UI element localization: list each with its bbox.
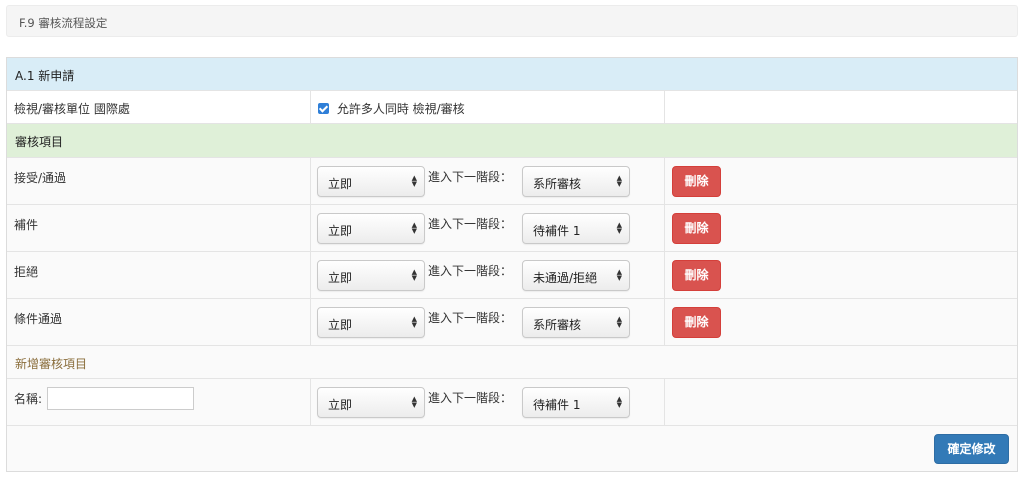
next-stage-label: 進入下一階段： <box>428 391 513 405</box>
add-name-cell: 名稱: <box>7 379 311 425</box>
section-header: A.1 新申請 <box>7 58 1017 91</box>
item-name-cell: 補件 <box>7 205 311 251</box>
select-arrows-icon: ▲ ▼ <box>616 268 622 282</box>
select-arrows-icon: ▲ ▼ <box>411 221 417 235</box>
add-action-cell: 立即 ▲ ▼ 進入下一階段： 待補件 1 ▲ ▼ <box>311 379 665 425</box>
item-delete-cell: 刪除 <box>665 252 1017 298</box>
next-stage-label: 進入下一階段： <box>428 311 513 325</box>
select-arrows-icon: ▲ ▼ <box>616 221 622 235</box>
select-arrows-icon: ▲ ▼ <box>411 268 417 282</box>
item-name: 條件通過 <box>14 312 63 326</box>
item-name: 接受/通過 <box>14 171 67 185</box>
review-header: 審核項目 <box>7 124 1017 158</box>
review-title: 審核項目 <box>15 135 64 149</box>
allow-multi-label: 允許多人同時 檢視/審核 <box>336 102 465 116</box>
next-stage-select[interactable]: 系所審核 ▲ ▼ <box>522 307 630 338</box>
next-stage-select[interactable]: 未通過/拒絕 ▲ ▼ <box>522 260 630 291</box>
allow-multi-checkbox[interactable] <box>318 103 329 114</box>
next-stage-select[interactable]: 待補件 1 ▲ ▼ <box>522 213 630 244</box>
item-name: 補件 <box>14 218 39 232</box>
workflow-panel: A.1 新申請 檢視/審核單位 國際處 允許多人同時 檢視/審核 審核項目 接受… <box>6 57 1018 472</box>
select-arrows-icon: ▲ ▼ <box>411 174 417 188</box>
item-action-cell: 立即 ▲ ▼ 進入下一階段： 系所審核 ▲ ▼ <box>311 158 665 204</box>
item-action-cell: 立即 ▲ ▼ 進入下一階段： 未通過/拒絕 ▲ ▼ <box>311 252 665 298</box>
new-next-stage-select[interactable]: 待補件 1 ▲ ▼ <box>522 387 630 418</box>
unit-label: 檢視/審核單位 國際處 <box>14 102 130 116</box>
add-item-title: 新增審核項目 <box>15 357 88 371</box>
empty-cell <box>665 91 1017 123</box>
new-timing-select[interactable]: 立即 ▲ ▼ <box>317 387 425 418</box>
timing-select[interactable]: 立即 ▲ ▼ <box>317 307 425 338</box>
review-item-row: 補件 立即 ▲ ▼ 進入下一階段： 待補件 1 ▲ ▼ 刪除 <box>7 205 1017 252</box>
select-arrows-icon: ▲ ▼ <box>616 315 622 329</box>
delete-button[interactable]: 刪除 <box>672 213 721 244</box>
item-action-cell: 立即 ▲ ▼ 進入下一階段： 系所審核 ▲ ▼ <box>311 299 665 345</box>
item-name-cell: 接受/通過 <box>7 158 311 204</box>
item-delete-cell: 刪除 <box>665 205 1017 251</box>
review-item-row: 拒絕 立即 ▲ ▼ 進入下一階段： 未通過/拒絕 ▲ ▼ 刪除 <box>7 252 1017 299</box>
item-name-cell: 條件通過 <box>7 299 311 345</box>
page-title: F.9 審核流程設定 <box>19 16 108 30</box>
timing-select[interactable]: 立即 ▲ ▼ <box>317 213 425 244</box>
allow-multi-cell: 允許多人同時 檢視/審核 <box>311 91 665 123</box>
select-arrows-icon: ▲ ▼ <box>411 315 417 329</box>
item-delete-cell: 刪除 <box>665 299 1017 345</box>
next-stage-select[interactable]: 系所審核 ▲ ▼ <box>522 166 630 197</box>
page-header: F.9 審核流程設定 <box>6 5 1018 37</box>
name-label: 名稱: <box>14 392 43 406</box>
item-action-cell: 立即 ▲ ▼ 進入下一階段： 待補件 1 ▲ ▼ <box>311 205 665 251</box>
review-item-row: 條件通過 立即 ▲ ▼ 進入下一階段： 系所審核 ▲ ▼ 刪除 <box>7 299 1017 346</box>
next-stage-label: 進入下一階段： <box>428 170 513 184</box>
item-name-cell: 拒絕 <box>7 252 311 298</box>
select-arrows-icon: ▲ ▼ <box>616 174 622 188</box>
delete-button[interactable]: 刪除 <box>672 166 721 197</box>
delete-button[interactable]: 刪除 <box>672 260 721 291</box>
select-arrows-icon: ▲ ▼ <box>411 395 417 409</box>
confirm-button[interactable]: 確定修改 <box>934 434 1009 464</box>
unit-cell: 檢視/審核單位 國際處 <box>7 91 311 123</box>
item-delete-cell: 刪除 <box>665 158 1017 204</box>
add-item-header: 新增審核項目 <box>7 346 1017 379</box>
next-stage-label: 進入下一階段： <box>428 264 513 278</box>
panel-footer: 確定修改 <box>7 426 1017 472</box>
timing-select[interactable]: 立即 ▲ ▼ <box>317 166 425 197</box>
select-arrows-icon: ▲ ▼ <box>616 395 622 409</box>
empty-cell <box>665 379 1017 425</box>
item-name: 拒絕 <box>14 265 39 279</box>
next-stage-label: 進入下一階段： <box>428 217 513 231</box>
add-item-row: 名稱: 立即 ▲ ▼ 進入下一階段： 待補件 1 ▲ ▼ <box>7 379 1017 426</box>
section-title: A.1 新申請 <box>15 69 75 83</box>
review-item-row: 接受/通過 立即 ▲ ▼ 進入下一階段： 系所審核 ▲ ▼ 刪除 <box>7 158 1017 205</box>
unit-row: 檢視/審核單位 國際處 允許多人同時 檢視/審核 <box>7 91 1017 124</box>
name-input[interactable] <box>47 387 194 410</box>
delete-button[interactable]: 刪除 <box>672 307 721 338</box>
timing-select[interactable]: 立即 ▲ ▼ <box>317 260 425 291</box>
